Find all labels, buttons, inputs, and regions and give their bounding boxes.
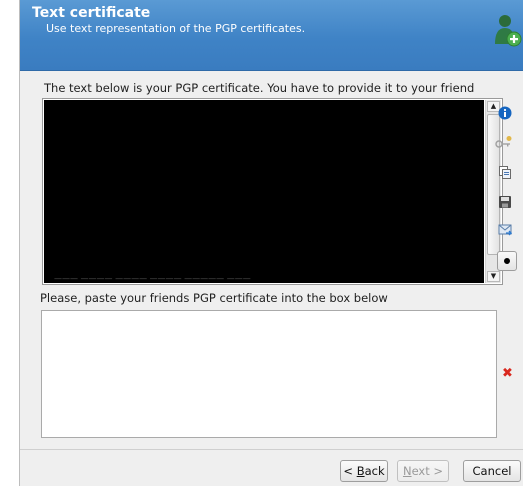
- cancel-button[interactable]: Cancel: [463, 460, 521, 482]
- copy-icon[interactable]: [496, 163, 514, 181]
- own-cert-textarea[interactable]: ——— ———— ———— ———— ————— ——— ▲ ▼: [42, 98, 503, 285]
- radio-toggle[interactable]: [497, 251, 517, 271]
- next-suffix: ext >: [411, 464, 444, 478]
- send-mail-icon[interactable]: [496, 221, 514, 239]
- add-friend-icon: [492, 12, 522, 48]
- footer-separator: [20, 449, 523, 450]
- wizard-dialog: Text certificate Use text representation…: [20, 0, 523, 486]
- page-subtitle: Use text representation of the PGP certi…: [46, 22, 306, 35]
- save-icon[interactable]: [496, 193, 514, 211]
- clear-icon[interactable]: ✖: [502, 366, 513, 381]
- back-button[interactable]: < Back: [340, 460, 388, 482]
- friend-cert-label: Please, paste your friends PGP certifica…: [40, 291, 388, 305]
- friend-cert-textarea[interactable]: [41, 310, 497, 438]
- back-mnemonic: B: [356, 464, 365, 478]
- back-prefix: <: [343, 464, 357, 478]
- wizard-header: Text certificate Use text representation…: [20, 0, 523, 71]
- own-cert-label: The text below is your PGP certificate. …: [44, 81, 475, 95]
- own-cert-text[interactable]: ——— ———— ———— ———— ————— ———: [44, 100, 484, 283]
- next-mnemonic: N: [402, 464, 412, 478]
- own-cert-partial-line: ——— ———— ———— ———— ————— ———: [54, 274, 251, 283]
- back-suffix: ack: [364, 464, 385, 478]
- page-title: Text certificate: [32, 5, 151, 21]
- info-icon[interactable]: [496, 104, 514, 122]
- key-sign-icon[interactable]: [495, 133, 513, 151]
- radio-dot: [504, 258, 510, 264]
- next-button[interactable]: Next >: [397, 460, 449, 482]
- scroll-down-arrow[interactable]: ▼: [487, 271, 500, 282]
